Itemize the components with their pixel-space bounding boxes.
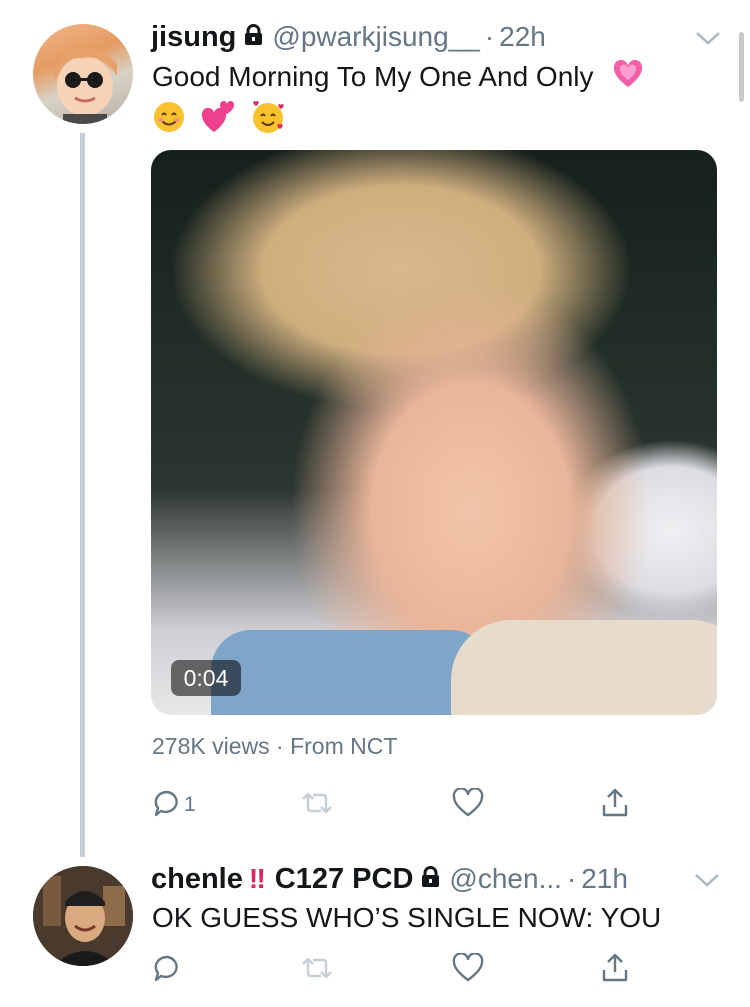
retweet-icon <box>300 955 334 986</box>
avatar[interactable] <box>33 866 133 966</box>
user-handle[interactable]: @pwarkjisung__ <box>272 21 479 53</box>
user-handle[interactable]: @chen... <box>449 863 561 895</box>
smiling-face-with-hearts-emoji <box>250 99 286 144</box>
share-button[interactable] <box>600 785 630 825</box>
like-icon <box>452 786 484 823</box>
like-button[interactable] <box>452 950 484 990</box>
video-duration-badge: 0:04 <box>171 660 241 696</box>
tweet-text-content: OK GUESS WHO’S SINGLE NOW: YOU <box>152 902 662 933</box>
chevron-down-icon[interactable] <box>694 872 720 888</box>
reply-button[interactable] <box>152 950 182 990</box>
retweet-icon <box>300 790 334 821</box>
separator-dot: · <box>276 733 284 759</box>
avatar-photo <box>33 866 133 966</box>
tweet-header: jisung @pwarkjisung__ · 22h <box>151 20 546 54</box>
reply-icon <box>152 788 182 823</box>
separator-dot: · <box>566 863 577 894</box>
display-name-suffix[interactable]: C127 PCD <box>275 863 414 896</box>
lock-icon <box>244 23 263 51</box>
like-button[interactable] <box>452 785 484 825</box>
video-thumbnail[interactable]: 0:04 <box>151 150 717 715</box>
reply-button[interactable]: 1 <box>152 785 196 825</box>
tweet-header: chenle ‼ C127 PCD @chen... · 21h <box>151 862 628 896</box>
tweet-text-content: Good Morning To My One And Only <box>152 60 594 92</box>
display-name[interactable]: jisung <box>151 21 236 54</box>
tweet-text: Good Morning To My One And Only <box>152 58 645 144</box>
two-hearts-emoji <box>200 100 236 143</box>
avatar-photo <box>53 47 117 124</box>
thread-line <box>80 133 85 857</box>
reply-icon <box>152 953 182 988</box>
video-image-region <box>451 620 717 715</box>
timestamp[interactable]: 21h <box>581 863 628 895</box>
tweet-text: OK GUESS WHO’S SINGLE NOW: YOU <box>152 900 661 936</box>
scrollbar[interactable] <box>739 32 744 102</box>
share-icon <box>600 952 630 989</box>
like-icon <box>452 951 484 988</box>
view-count: 278K views <box>152 733 270 759</box>
video-source[interactable]: From NCT <box>290 733 397 759</box>
retweet-button[interactable] <box>300 950 334 990</box>
avatar[interactable] <box>33 24 133 124</box>
double-exclamation-emoji: ‼ <box>248 863 266 894</box>
retweet-button[interactable] <box>300 785 334 825</box>
reply-count: 1 <box>184 793 196 816</box>
growing-heart-emoji <box>611 58 645 99</box>
lock-icon <box>421 865 440 893</box>
share-icon <box>600 787 630 824</box>
separator-dot: · <box>484 21 495 52</box>
video-image-region <box>211 630 491 715</box>
display-name[interactable]: chenle <box>151 863 243 896</box>
timestamp[interactable]: 22h <box>499 21 546 53</box>
chevron-down-icon[interactable] <box>695 30 721 46</box>
video-meta: 278K views · From NCT <box>152 733 397 760</box>
tweet-actions: 1 <box>152 785 652 825</box>
tweet-actions <box>152 950 652 990</box>
share-button[interactable] <box>600 950 630 990</box>
smiling-face-emoji <box>152 100 186 143</box>
